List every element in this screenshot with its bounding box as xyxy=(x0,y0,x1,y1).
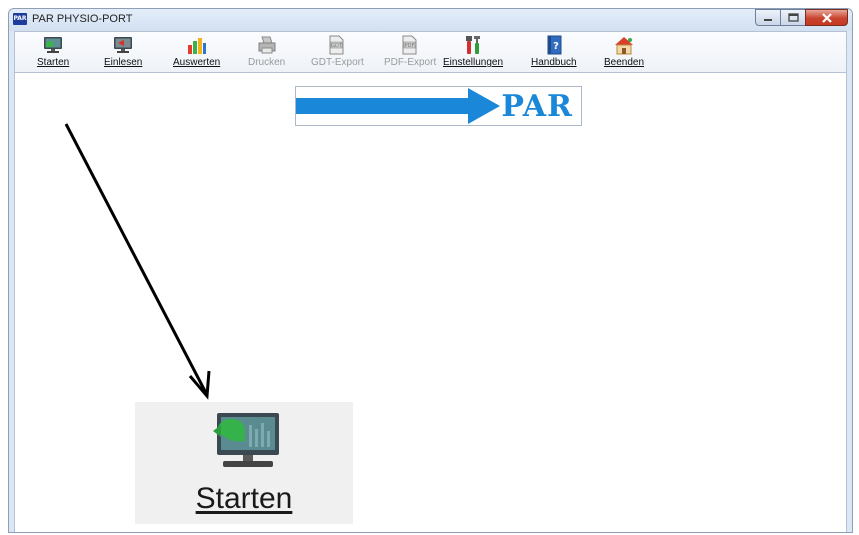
svg-text:?: ? xyxy=(553,41,559,52)
svg-text:GDT: GDT xyxy=(332,43,344,49)
toolbar-einstellungen-button[interactable]: Einstellungen xyxy=(443,35,503,68)
toolbar: Starten Einlesen Auswerten Drucken GDT G… xyxy=(14,31,847,73)
app-icon: PAR xyxy=(13,13,27,25)
logo-text: PAR xyxy=(501,89,573,124)
toolbar-label: Beenden xyxy=(604,57,645,68)
home-exit-icon xyxy=(613,35,635,55)
starten-zoom-text: Starten xyxy=(195,482,293,515)
monitor-read-icon xyxy=(112,35,134,55)
manual-book-icon: ? xyxy=(543,35,565,55)
toolbar-label: Drucken xyxy=(248,57,286,68)
monitor-start-icon xyxy=(213,413,279,467)
close-icon xyxy=(821,12,832,23)
close-button[interactable] xyxy=(805,9,848,26)
window-controls xyxy=(755,9,848,26)
maximize-button[interactable] xyxy=(780,9,805,26)
monitor-start-icon xyxy=(42,35,64,55)
bar-chart-icon xyxy=(186,35,208,55)
toolbar-handbuch-button[interactable]: ? Handbuch xyxy=(531,35,577,68)
maximize-icon xyxy=(787,13,799,22)
svg-text:PDF: PDF xyxy=(405,43,415,49)
toolbar-label: Einlesen xyxy=(104,57,143,68)
toolbar-label: Starten xyxy=(37,57,70,68)
par-logo: PAR xyxy=(295,86,582,126)
window-title: PAR PHYSIO-PORT xyxy=(32,13,133,25)
toolbar-auswerten-button[interactable]: Auswerten xyxy=(173,35,220,68)
tools-icon xyxy=(462,35,484,55)
toolbar-label: Einstellungen xyxy=(443,57,504,68)
toolbar-beenden-button[interactable]: Beenden xyxy=(604,35,644,68)
printer-icon xyxy=(256,35,278,55)
minimize-icon xyxy=(764,18,772,21)
starten-zoom-label: Starten xyxy=(135,482,353,516)
toolbar-drucken-button[interactable]: Drucken xyxy=(248,35,285,68)
toolbar-label: Handbuch xyxy=(531,57,577,68)
minimize-button[interactable] xyxy=(755,9,780,26)
toolbar-label: PDF-Export xyxy=(384,57,437,68)
toolbar-starten-button[interactable]: Starten xyxy=(37,35,69,68)
starten-zoom-callout: Starten xyxy=(135,402,353,524)
arrow-logo-icon xyxy=(296,88,500,124)
toolbar-pdf-export-button[interactable]: PDF PDF-Export xyxy=(384,35,436,68)
toolbar-gdt-export-button[interactable]: GDT GDT-Export xyxy=(311,35,364,68)
toolbar-label: GDT-Export xyxy=(311,57,364,68)
pdf-export-icon: PDF xyxy=(399,35,421,55)
toolbar-einlesen-button[interactable]: Einlesen xyxy=(104,35,142,68)
gdt-export-icon: GDT xyxy=(326,35,348,55)
toolbar-label: Auswerten xyxy=(173,57,221,68)
title-bar[interactable]: PAR PAR PHYSIO-PORT xyxy=(9,9,852,31)
